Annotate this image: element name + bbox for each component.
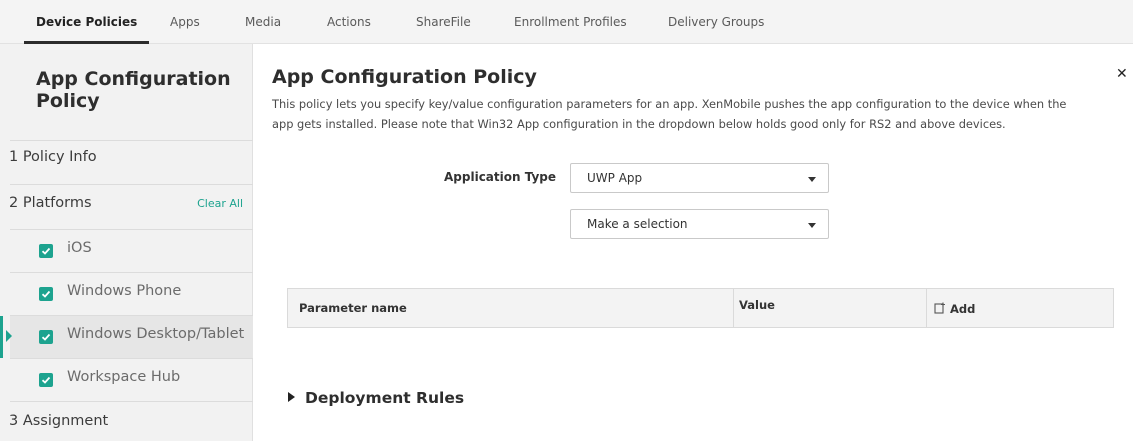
deployment-rules-toggle[interactable]: Deployment Rules <box>288 389 464 407</box>
add-label: Add <box>950 302 976 316</box>
add-icon <box>934 302 945 314</box>
deployment-rules-label: Deployment Rules <box>305 389 465 407</box>
tab-delivery-groups[interactable]: Delivery Groups <box>668 0 764 44</box>
sidebar-step-label: 1 Policy Info <box>9 149 97 165</box>
platform-label: iOS <box>67 240 92 256</box>
tab-enrollment-profiles[interactable]: Enrollment Profiles <box>514 0 627 44</box>
select-value: UWP App <box>587 171 643 185</box>
caret-right-icon <box>288 392 295 402</box>
checkbox-checked-icon[interactable] <box>39 244 53 258</box>
column-divider <box>926 289 927 327</box>
sidebar-step-label: 2 Platforms <box>9 195 92 211</box>
checkbox-checked-icon[interactable] <box>39 373 53 387</box>
platform-windows-desktop-tablet[interactable]: Windows Desktop/Tablet <box>0 316 253 358</box>
platform-workspace-hub[interactable]: Workspace Hub <box>10 359 253 401</box>
divider <box>10 401 253 402</box>
tab-sharefile[interactable]: ShareFile <box>416 0 471 44</box>
platform-label: Windows Desktop/Tablet <box>67 326 245 342</box>
tab-device-policies[interactable]: Device Policies <box>23 0 150 44</box>
clear-all-link[interactable]: Clear All <box>197 197 243 210</box>
sidebar: App Configuration Policy 1 Policy Info 2… <box>0 44 253 441</box>
page-title: App Configuration Policy <box>272 66 537 88</box>
platform-label: Windows Phone <box>67 283 182 299</box>
close-icon[interactable]: ✕ <box>1116 66 1128 82</box>
tab-actions[interactable]: Actions <box>327 0 371 44</box>
application-type-label: Application Type <box>444 170 557 184</box>
sidebar-step-label: 3 Assignment <box>9 413 109 429</box>
app-select[interactable]: Make a selection <box>570 209 829 239</box>
tab-apps[interactable]: Apps <box>170 0 200 44</box>
column-value: Value <box>739 298 775 312</box>
platform-ios[interactable]: iOS <box>10 230 253 272</box>
column-parameter-name: Parameter name <box>299 301 407 315</box>
parameter-table-header: Parameter name Value Add <box>287 288 1114 328</box>
tab-media[interactable]: Media <box>245 0 281 44</box>
sidebar-title: App Configuration Policy <box>36 68 231 112</box>
policy-description: This policy lets you specify key/value c… <box>272 97 1067 131</box>
checkbox-checked-icon[interactable] <box>39 330 53 344</box>
column-divider <box>733 289 734 327</box>
caret-down-icon <box>808 177 816 182</box>
platform-windows-phone[interactable]: Windows Phone <box>10 273 253 315</box>
platform-label: Workspace Hub <box>67 369 181 385</box>
divider <box>10 184 253 185</box>
selected-indicator-icon <box>6 330 12 342</box>
checkbox-checked-icon[interactable] <box>39 287 53 301</box>
add-button[interactable]: Add <box>934 302 975 316</box>
top-navigation: Device Policies Apps Media Actions Share… <box>0 0 1133 44</box>
caret-down-icon <box>808 223 816 228</box>
select-value: Make a selection <box>587 217 688 231</box>
divider <box>10 140 253 141</box>
application-type-select[interactable]: UWP App <box>570 163 829 193</box>
